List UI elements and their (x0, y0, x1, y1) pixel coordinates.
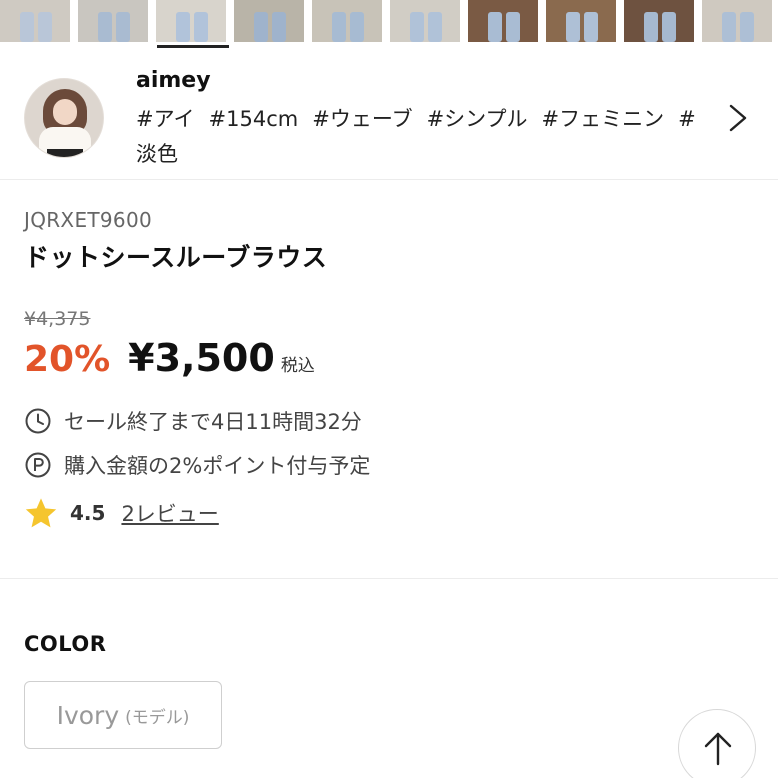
thumbnail-image[interactable] (78, 0, 148, 42)
rating-value: 4.5 (70, 501, 106, 525)
thumbnail-figure (116, 12, 130, 42)
product-title: ドットシースルーブラウス (24, 243, 328, 272)
rating-row: 4.5 2レビュー (24, 496, 219, 530)
discount-rate: 20% (24, 339, 111, 380)
thumbnail-image[interactable] (312, 0, 382, 42)
thumbnail-figure (722, 12, 736, 42)
sale-countdown-text: セール終了まで4日11時間32分 (64, 410, 362, 434)
points-note: 購入金額の2%ポイント付与予定 (24, 450, 370, 480)
price-row: 20% ¥3,500 税込 (24, 336, 315, 384)
thumbnail-figure (194, 12, 208, 42)
point-icon (25, 452, 51, 478)
arrow-up-icon (704, 732, 732, 766)
stylist-tag: #ウェーブ (312, 107, 413, 131)
color-option-ivory[interactable]: Ivory (モデル) (24, 681, 222, 749)
thumbnail-image[interactable] (702, 0, 772, 42)
chevron-right-icon[interactable] (724, 102, 752, 134)
thumbnail-figure (350, 12, 364, 42)
sale-price: ¥3,500 (128, 336, 275, 380)
thumbnail-figure (566, 12, 580, 42)
section-divider (0, 578, 778, 579)
product-sku: JQRXET9600 (24, 208, 152, 232)
thumbnail-image[interactable] (624, 0, 694, 42)
thumbnail-image[interactable] (546, 0, 616, 42)
thumbnail-figure (644, 12, 658, 42)
clock-icon (25, 408, 51, 434)
stylist-tag: #154cm (208, 107, 299, 131)
thumbnail-figure (20, 12, 34, 42)
points-note-text: 購入金額の2%ポイント付与予定 (64, 454, 371, 478)
thumbnail-image[interactable] (468, 0, 538, 42)
thumbnail-figure (488, 12, 502, 42)
thumbnail-figure (410, 12, 424, 42)
reviews-link[interactable]: 2レビュー (121, 498, 218, 528)
thumbnail-figure (254, 12, 268, 42)
thumbnail-image[interactable] (390, 0, 460, 42)
sale-countdown: セール終了まで4日11時間32分 (24, 406, 362, 436)
tax-included-label: 税込 (280, 356, 315, 376)
original-price: ¥4,375 (24, 308, 91, 330)
thumbnail-figure (428, 12, 442, 42)
color-option-note: (モデル) (125, 707, 190, 728)
scroll-to-top-button[interactable] (678, 709, 756, 778)
stylist-tag: #フェミニン (541, 107, 665, 131)
stylist-name: aimey (136, 68, 211, 93)
stylist-avatar[interactable] (24, 78, 104, 158)
stylist-tags: #アイ #154cm #ウェーブ #シンプル #フェミニン #淡色 (136, 102, 706, 172)
active-thumbnail-indicator (157, 45, 229, 48)
stylist-row[interactable]: aimey #アイ #154cm #ウェーブ #シンプル #フェミニン #淡色 (0, 52, 778, 180)
thumbnail-figure (506, 12, 520, 42)
thumbnail-figure (332, 12, 346, 42)
thumbnail-image[interactable] (156, 0, 226, 42)
thumbnail-figure (98, 12, 112, 42)
thumbnail-figure (662, 12, 676, 42)
thumbnail-figure (272, 12, 286, 42)
stylist-tag: #アイ (136, 107, 195, 131)
thumbnail-figure (740, 12, 754, 42)
star-icon (25, 498, 57, 528)
color-option-name: Ivory (56, 700, 120, 730)
thumbnail-image[interactable] (234, 0, 304, 42)
image-thumbnail-strip (0, 0, 778, 42)
thumbnail-figure (38, 12, 52, 42)
stylist-tag: #シンプル (426, 107, 528, 131)
thumbnail-figure (176, 12, 190, 42)
color-section-label: COLOR (24, 632, 107, 656)
thumbnail-figure (584, 12, 598, 42)
thumbnail-image[interactable] (0, 0, 70, 42)
